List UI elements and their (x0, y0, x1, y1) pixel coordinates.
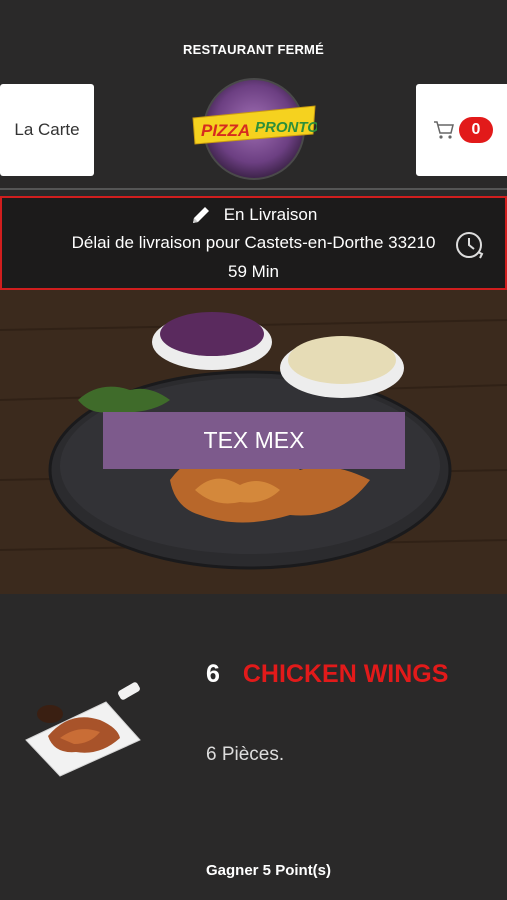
pencil-icon[interactable] (190, 204, 212, 226)
logo-text-pronto: PRONTO (255, 119, 317, 136)
product-name: CHICKEN WINGS (242, 660, 449, 688)
delivery-info-panel[interactable]: En Livraison Délai de livraison pour Cas… (0, 196, 507, 290)
cart-button[interactable]: 0 (416, 84, 507, 176)
delivery-time: 59 Min (227, 262, 280, 281)
clock-refresh-icon[interactable] (454, 230, 484, 260)
product-thumbnail[interactable] (20, 680, 146, 780)
product-description: 6 Pièces. (206, 744, 285, 765)
restaurant-status: RESTAURANT FERMÉ (183, 42, 324, 57)
delivery-mode: En Livraison (223, 205, 318, 224)
delivery-delay-text: Délai de livraison pour Castets-en-Dorth… (71, 233, 436, 252)
loyalty-points: Gagner 5 Point(s) (206, 862, 332, 879)
product-quantity: 6 (206, 660, 220, 688)
product-title[interactable]: 6 CHICKEN WINGS (206, 660, 448, 689)
cart-count-badge: 0 (459, 117, 493, 143)
pizza-pronto-logo[interactable]: PIZZA PRONTO (191, 76, 317, 182)
logo-text-pizza: PIZZA (201, 121, 250, 140)
cart-icon (434, 121, 454, 139)
category-banner[interactable]: TEX MEX (103, 412, 405, 469)
menu-button-label: La Carte (14, 120, 80, 139)
menu-button[interactable]: La Carte (0, 84, 94, 176)
category-hero-image[interactable]: TEX MEX (0, 290, 507, 594)
header-divider (0, 188, 507, 190)
